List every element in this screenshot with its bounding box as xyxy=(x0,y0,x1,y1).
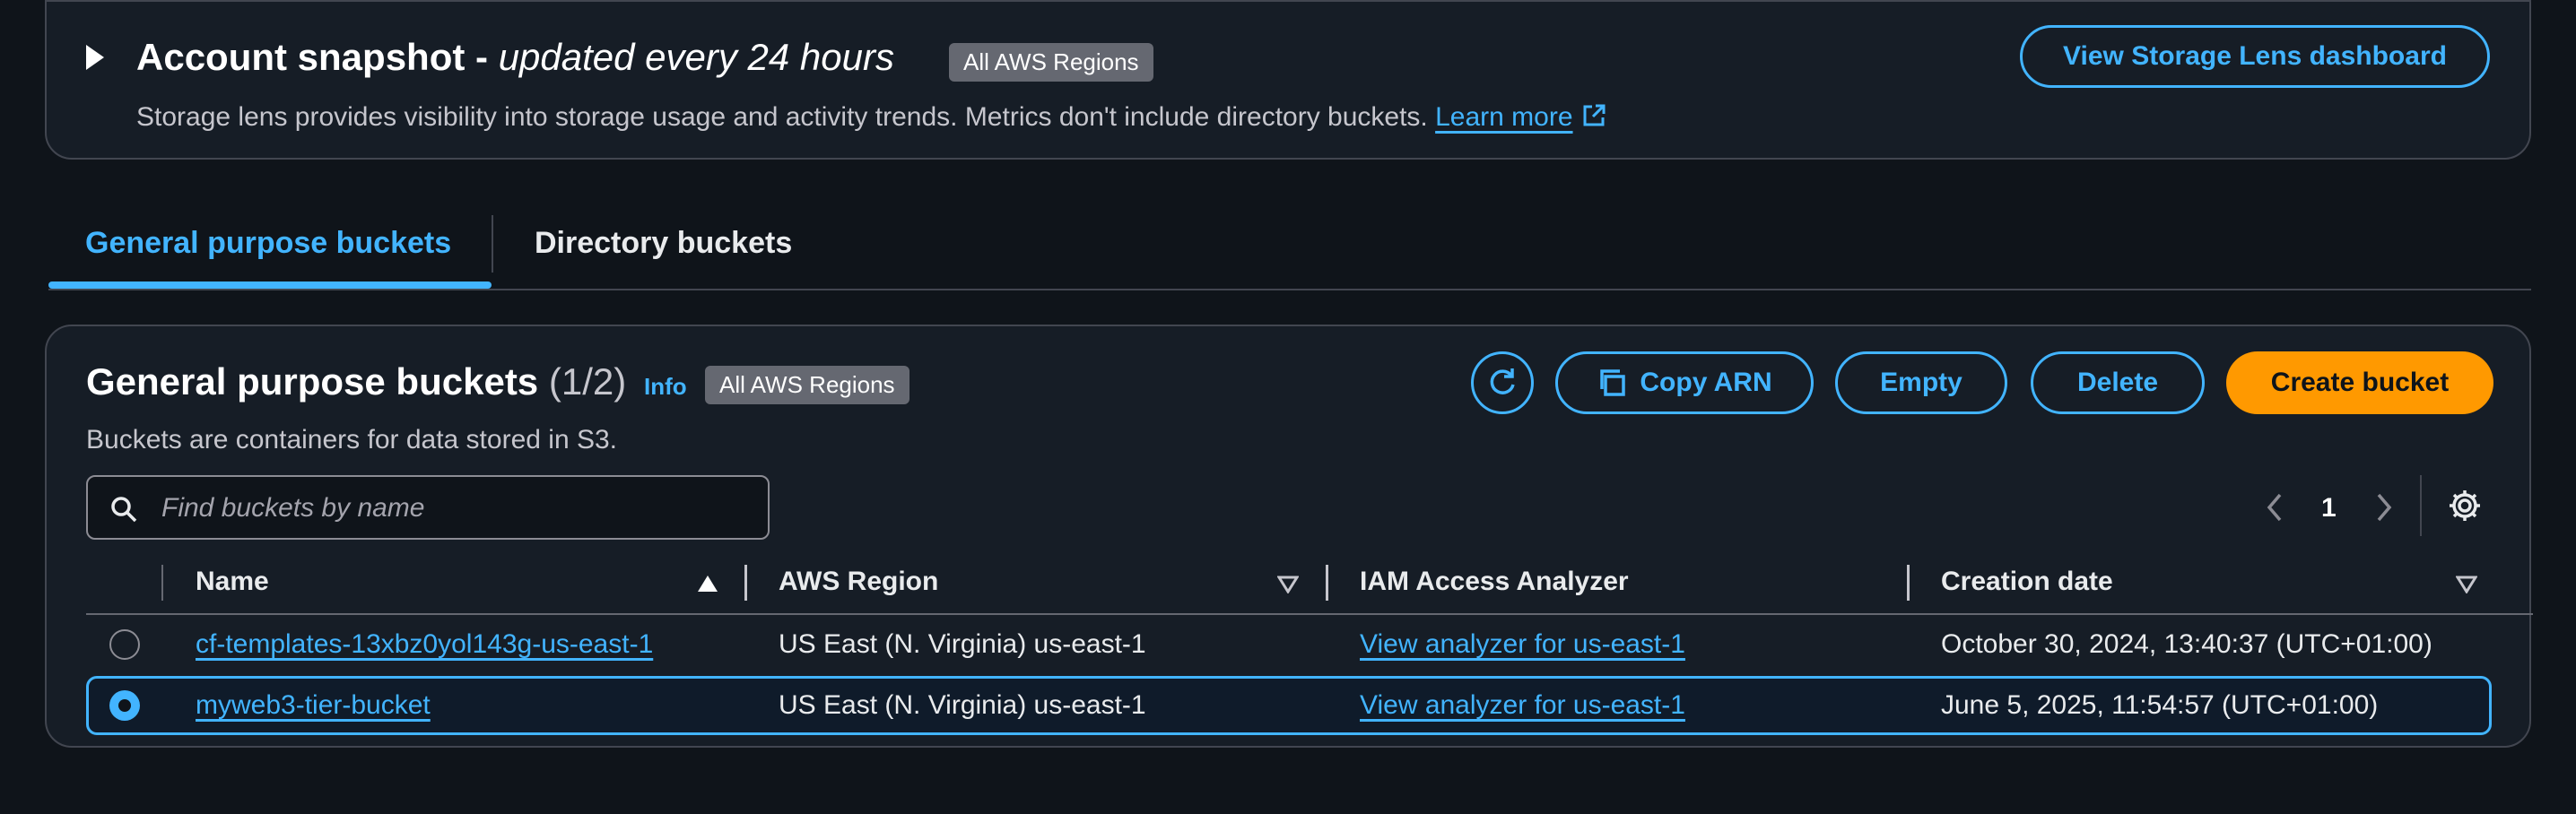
delete-button[interactable]: Delete xyxy=(2031,351,2205,414)
buckets-title-text: General purpose buckets xyxy=(86,360,539,403)
snapshot-description-text: Storage lens provides visibility into st… xyxy=(136,102,1428,132)
buckets-description: Buckets are containers for data stored i… xyxy=(86,425,617,455)
bucket-name-link[interactable]: cf-templates-13xbz0yol143g-us-east-1 xyxy=(196,629,653,660)
snapshot-title: Account snapshot - updated every 24 hour… xyxy=(136,36,894,79)
external-link-icon xyxy=(1583,104,1606,126)
copy-arn-button[interactable]: Copy ARN xyxy=(1555,351,1814,414)
page-number[interactable]: 1 xyxy=(2321,493,2337,524)
tab-divider xyxy=(492,215,493,273)
learn-more-link[interactable]: Learn more xyxy=(1435,102,1606,132)
column-header-region[interactable]: AWS Region xyxy=(779,567,938,597)
gear-icon[interactable] xyxy=(2447,488,2483,524)
chevron-left-icon[interactable] xyxy=(2264,491,2285,524)
info-link[interactable]: Info xyxy=(644,373,687,401)
table-row[interactable]: cf-templates-13xbz0yol143g-us-east-1 US … xyxy=(86,615,2492,674)
pager-divider xyxy=(2420,475,2422,536)
refresh-button[interactable] xyxy=(1471,351,1534,414)
tabs-divider xyxy=(48,289,2531,290)
copy-arn-label: Copy ARN xyxy=(1640,368,1772,397)
search-icon xyxy=(111,497,137,523)
region-badge: All AWS Regions xyxy=(705,366,909,404)
tab-general-purpose-buckets[interactable]: General purpose buckets xyxy=(85,226,451,261)
column-header-iam-access-analyzer[interactable]: IAM Access Analyzer xyxy=(1360,567,1629,597)
expand-caret-icon[interactable] xyxy=(86,45,104,70)
column-header-creation-date[interactable]: Creation date xyxy=(1941,567,2113,597)
table-row-selected[interactable]: myweb3-tier-bucket US East (N. Virginia)… xyxy=(86,676,2492,735)
learn-more-label: Learn more xyxy=(1435,102,1573,132)
creation-date: October 30, 2024, 13:40:37 (UTC+01:00) xyxy=(1941,629,2432,659)
bucket-region: US East (N. Virginia) us-east-1 xyxy=(779,629,1146,659)
copy-icon xyxy=(1600,369,1626,396)
creation-date: June 5, 2025, 11:54:57 (UTC+01:00) xyxy=(1941,690,2379,720)
sort-ascending-icon[interactable] xyxy=(696,574,719,593)
snapshot-title-text: Account snapshot - xyxy=(136,36,499,78)
refresh-icon xyxy=(1490,368,1515,394)
account-snapshot-panel: Account snapshot - updated every 24 hour… xyxy=(45,0,2531,160)
sort-icon[interactable] xyxy=(2456,576,2477,593)
sort-icon[interactable] xyxy=(1277,576,1299,593)
buckets-title: General purpose buckets (1/2) xyxy=(86,360,626,403)
column-resizer[interactable] xyxy=(1326,565,1328,601)
region-badge: All AWS Regions xyxy=(949,43,1153,82)
snapshot-description: Storage lens provides visibility into st… xyxy=(136,102,1607,133)
empty-button[interactable]: Empty xyxy=(1835,351,2007,414)
chevron-right-icon[interactable] xyxy=(2373,491,2395,524)
view-analyzer-link[interactable]: View analyzer for us-east-1 xyxy=(1360,690,1685,721)
search-input[interactable] xyxy=(160,488,755,529)
snapshot-subtitle: updated every 24 hours xyxy=(498,36,894,78)
active-tab-indicator xyxy=(48,281,492,289)
view-storage-lens-dashboard-button[interactable]: View Storage Lens dashboard xyxy=(2020,25,2490,88)
view-analyzer-link[interactable]: View analyzer for us-east-1 xyxy=(1360,629,1685,660)
row-select-radio[interactable] xyxy=(109,629,140,660)
column-divider xyxy=(161,565,163,601)
general-purpose-buckets-panel: General purpose buckets (1/2) Info All A… xyxy=(45,325,2533,748)
tab-directory-buckets[interactable]: Directory buckets xyxy=(535,226,792,261)
bucket-name-link[interactable]: myweb3-tier-bucket xyxy=(196,690,431,721)
column-resizer[interactable] xyxy=(1907,565,1910,601)
column-header-name[interactable]: Name xyxy=(196,567,269,597)
create-bucket-button[interactable]: Create bucket xyxy=(2226,351,2493,414)
row-select-radio-checked[interactable] xyxy=(109,690,140,721)
buckets-count: (1/2) xyxy=(548,360,627,403)
column-resizer[interactable] xyxy=(744,565,747,601)
search-field[interactable] xyxy=(86,475,770,540)
bucket-region: US East (N. Virginia) us-east-1 xyxy=(779,690,1146,720)
